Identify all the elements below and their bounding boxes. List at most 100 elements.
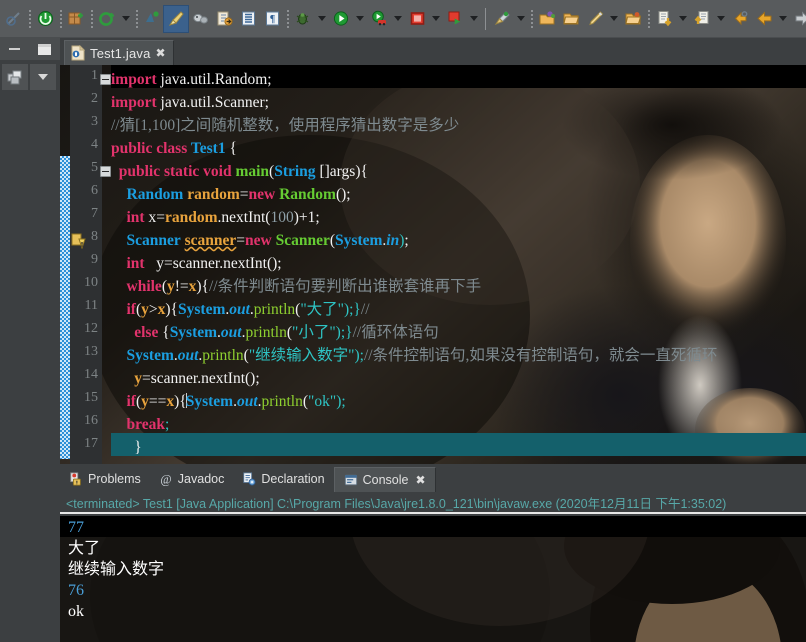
debug-bug-icon[interactable] <box>291 6 315 32</box>
previous-annotation-icon[interactable] <box>690 6 714 32</box>
back-arrow-icon[interactable] <box>752 6 776 32</box>
toolbar-separator <box>57 8 64 30</box>
maximize-icon[interactable] <box>38 43 51 55</box>
problems-icon <box>70 472 81 486</box>
minimize-icon[interactable] <box>9 48 20 50</box>
new-class-icon[interactable] <box>95 6 119 32</box>
code-token: scanner <box>150 370 198 387</box>
code-token: java.util.Random; <box>156 71 272 88</box>
console-tab-label: Console <box>362 473 409 487</box>
code-token: System <box>185 393 234 410</box>
line-number: 12 <box>84 321 98 336</box>
toolbar-dropdown-arrow[interactable] <box>353 6 367 32</box>
code-line: Random random=new Random(); <box>111 183 351 206</box>
code-token: if <box>126 301 136 318</box>
run-coverage-icon[interactable] <box>367 6 391 32</box>
code-line: while(y!=x){//条件判断语句要判断出谁嵌套谁再下手 <box>111 275 482 298</box>
console-output[interactable]: 77 大了 继续输入数字 76 ok <box>60 516 806 642</box>
run-external-icon[interactable] <box>443 6 467 32</box>
toolbar-dropdown-arrow[interactable] <box>119 6 133 32</box>
warning-marker-icon[interactable] <box>71 233 87 249</box>
console-tab-console[interactable]: Console ✖ <box>333 467 436 492</box>
fold-collapse-icon[interactable] <box>100 166 111 177</box>
back-history-icon[interactable] <box>728 6 752 32</box>
edit-pencil-icon[interactable] <box>583 6 607 32</box>
code-token: break <box>126 416 165 433</box>
code-token: public static void <box>118 163 236 180</box>
code-token: y <box>166 278 175 295</box>
save-all-icon[interactable] <box>140 6 164 32</box>
run-ant-icon[interactable] <box>490 6 514 32</box>
toolbar-dropdown-arrow[interactable] <box>714 6 728 32</box>
print-icon[interactable] <box>188 6 212 32</box>
pilcrow-icon[interactable]: ¶ <box>260 6 284 32</box>
toolbar-dropdown-arrow[interactable] <box>514 6 528 32</box>
code-token: nextInt <box>221 209 266 226</box>
console-tab-javadoc[interactable]: @ Javadoc <box>150 466 234 492</box>
package-explorer-icon[interactable] <box>2 64 28 90</box>
code-token: // <box>360 301 370 318</box>
code-token: > <box>148 301 158 318</box>
new-folder-wizard-icon[interactable] <box>535 6 559 32</box>
line-number: 16 <box>84 413 98 428</box>
code-editor[interactable]: 1 2 3 4 5 6 7 8 9 10 11 12 13 14 15 16 17 import java.ut… <box>60 65 806 464</box>
code-line: import java.util.Scanner; <box>111 91 269 114</box>
code-token: (); <box>335 186 351 203</box>
main-toolbar: ¶ <box>0 0 806 38</box>
declaration-icon <box>243 472 256 486</box>
code-token: ){ <box>165 301 178 318</box>
code-text[interactable]: import java.util.Random; import java.util… <box>111 65 806 464</box>
console-tab-problems[interactable]: Problems <box>60 466 150 492</box>
new-package-icon[interactable] <box>64 6 88 32</box>
line-number-ruler: 1 2 3 4 5 6 7 8 9 10 11 12 13 14 15 16 17 <box>70 65 102 464</box>
toolbar-dropdown-arrow[interactable] <box>607 6 621 32</box>
code-token: = <box>142 370 151 387</box>
run-icon[interactable] <box>329 6 353 32</box>
next-annotation-icon[interactable] <box>652 6 676 32</box>
code-token: ){ <box>355 163 368 180</box>
code-token: //循环体语句 <box>352 324 439 341</box>
toolbar-dropdown-arrow[interactable] <box>391 6 405 32</box>
open-type-icon[interactable] <box>621 6 645 32</box>
toolbar-dropdown-arrow[interactable] <box>315 6 329 32</box>
forward-arrow-icon[interactable] <box>790 6 806 32</box>
code-token: import <box>111 71 157 88</box>
editor-tab-test1-java[interactable]: Test1.java ✖ <box>64 40 174 65</box>
toolbar-dropdown-arrow[interactable] <box>676 6 690 32</box>
stop-icon[interactable] <box>405 6 429 32</box>
link-with-editor-icon[interactable] <box>2 6 26 32</box>
code-line: } <box>111 436 141 459</box>
console-tab-declaration[interactable]: Declaration <box>233 466 333 492</box>
code-token: new <box>245 232 272 249</box>
power-toggle-icon[interactable] <box>33 6 57 32</box>
code-line: public class Test1 { <box>111 137 237 160</box>
export-icon[interactable] <box>212 6 236 32</box>
toolbar-dropdown-arrow[interactable] <box>467 6 481 32</box>
build-broom-icon[interactable] <box>163 4 189 33</box>
line-number: 1 <box>91 68 98 83</box>
code-token: ); <box>336 393 346 410</box>
toolbar-dropdown-arrow[interactable] <box>429 6 443 32</box>
code-token: while <box>126 278 162 295</box>
code-token: new <box>248 186 276 203</box>
editor-tab-close-icon[interactable]: ✖ <box>156 47 166 59</box>
code-token: "小了" <box>292 324 336 341</box>
console-tab-close-icon[interactable]: ✖ <box>415 473 425 487</box>
table-view-icon[interactable] <box>236 6 260 32</box>
console-tab-bar: Problems @ Javadoc Declaration Console ✖ <box>60 466 806 492</box>
view-window-controls <box>0 38 60 60</box>
code-token: scanner <box>184 232 237 249</box>
code-token: main <box>235 163 270 180</box>
left-view-strip <box>0 38 60 642</box>
code-line: Scanner scanner=new Scanner(System.in); <box>111 229 409 252</box>
code-token: ; <box>404 232 409 249</box>
code-token: "大了" <box>300 301 344 318</box>
toolbar-dropdown-arrow[interactable] <box>776 6 790 32</box>
fold-collapse-icon[interactable] <box>100 74 111 85</box>
view-menu-button[interactable] <box>30 64 56 90</box>
open-folder-icon[interactable] <box>559 6 583 32</box>
